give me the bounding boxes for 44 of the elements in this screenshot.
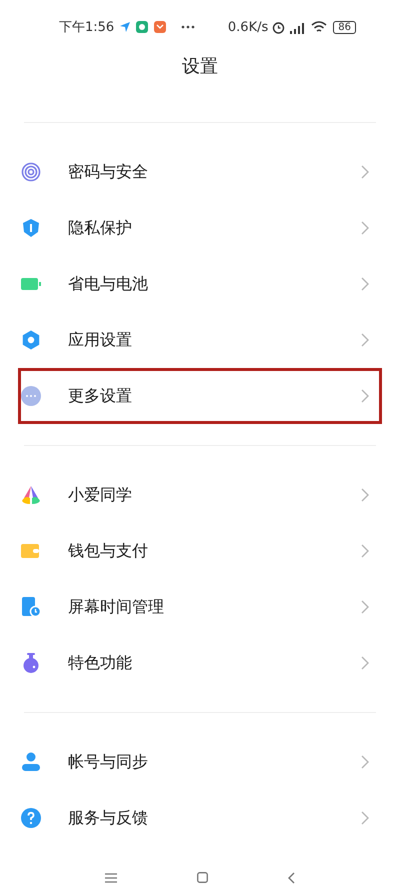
settings-item[interactable]: 小爱同学 bbox=[18, 467, 382, 523]
settings-item[interactable]: 帐号与同步 bbox=[18, 734, 382, 790]
wallet-icon bbox=[21, 541, 41, 561]
more-dots-icon bbox=[181, 25, 196, 29]
back-icon[interactable] bbox=[288, 872, 295, 884]
app-icon bbox=[154, 21, 166, 33]
status-time: 下午1:56 bbox=[59, 19, 114, 36]
settings-item[interactable]: 钱包与支付 bbox=[18, 523, 382, 579]
settings-item[interactable]: 密码与安全 bbox=[18, 144, 382, 200]
chevron-right-icon bbox=[361, 221, 369, 235]
more-icon bbox=[21, 386, 41, 406]
shield-app-icon bbox=[136, 21, 148, 33]
chevron-right-icon bbox=[361, 600, 369, 614]
settings-item[interactable]: 应用设置 bbox=[18, 312, 382, 368]
chevron-right-icon bbox=[361, 333, 369, 347]
chevron-right-icon bbox=[361, 755, 369, 769]
chevron-right-icon bbox=[361, 488, 369, 502]
chevron-right-icon bbox=[361, 811, 369, 825]
settings-item[interactable]: 服务与反馈 bbox=[18, 790, 382, 846]
help-icon bbox=[21, 808, 41, 828]
chevron-right-icon bbox=[361, 277, 369, 291]
menu-icon[interactable] bbox=[105, 872, 117, 882]
network-speed: 0.6K/s bbox=[228, 20, 268, 34]
chevron-right-icon bbox=[361, 544, 369, 558]
gear-icon bbox=[21, 330, 41, 350]
home-icon[interactable] bbox=[197, 872, 208, 883]
assistant-icon bbox=[21, 485, 41, 505]
settings-item[interactable]: 隐私保护 bbox=[18, 200, 382, 256]
chevron-right-icon bbox=[361, 165, 369, 179]
battery-indicator: 86 bbox=[333, 20, 356, 34]
person-icon bbox=[21, 752, 41, 772]
phone-clock-icon bbox=[21, 597, 41, 617]
page-title: 设置 bbox=[182, 55, 218, 79]
alarm-icon bbox=[272, 20, 286, 34]
settings-item[interactable]: 省电与电池 bbox=[18, 256, 382, 312]
location-arrow-icon bbox=[120, 22, 130, 32]
shield-icon bbox=[21, 218, 41, 238]
chevron-right-icon bbox=[361, 389, 369, 403]
settings-item[interactable]: 特色功能 bbox=[18, 635, 382, 691]
flask-icon bbox=[21, 653, 41, 673]
settings-item[interactable]: 屏幕时间管理 bbox=[18, 579, 382, 635]
highlighted-settings-item[interactable]: 更多设置 bbox=[18, 368, 382, 424]
wifi-icon bbox=[311, 20, 328, 34]
chevron-right-icon bbox=[361, 656, 369, 670]
